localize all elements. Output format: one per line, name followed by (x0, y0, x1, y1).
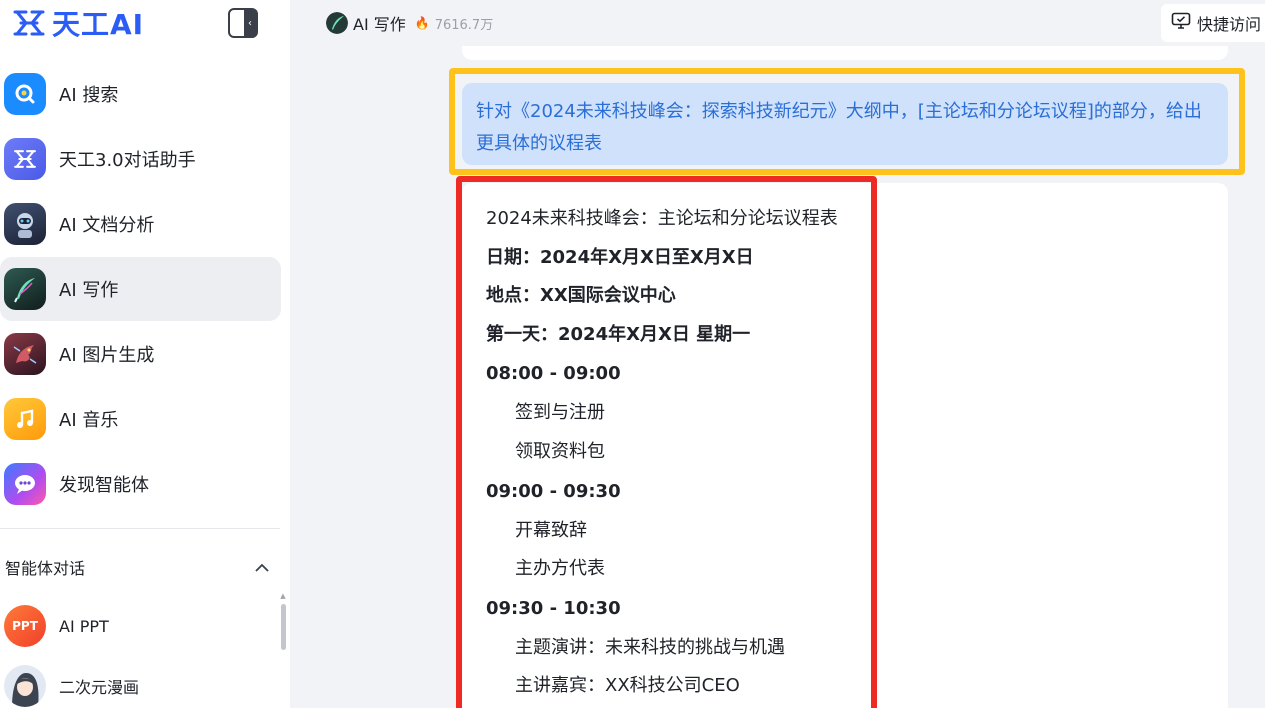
collapse-sidebar-button[interactable]: ‹ (228, 8, 258, 38)
tiangong-logo-icon (4, 138, 46, 180)
question-highlight-box (449, 68, 1245, 175)
agenda-heading-line: 第一天：2024年X月X日 星期一 (486, 323, 751, 345)
agenda-time-slot: 09:30 - 10:30 (486, 597, 621, 619)
sidebar-item-chat-assistant[interactable]: 天工3.0对话助手 (0, 127, 281, 191)
agenda-time-slot: 09:00 - 09:30 (486, 480, 621, 502)
agenda-detail-line: 主办方代表 (515, 558, 605, 580)
tiangong-logo-icon (12, 8, 46, 38)
ai-answer-content: 2024未来科技峰会：主论坛和分论坛议程表 日期：2024年X月X日至X月X日 地点… (486, 200, 866, 706)
agenda-detail-line: 签到与注册 (515, 402, 605, 424)
sidebar-item-ai-search[interactable]: AI 搜索 (0, 62, 281, 126)
sidebar-item-label: AI 搜索 (59, 85, 119, 106)
sidebar-item-label: AI 文档分析 (59, 215, 155, 236)
agenda-heading-line: 日期：2024年X月X日至X月X日 (486, 246, 754, 268)
heat-count: 7616.7万 (434, 17, 494, 33)
chat-bubble-icon (4, 463, 46, 505)
agent-item-label: 二次元漫画 (59, 678, 140, 697)
agenda-detail-line: 开幕致辞 (515, 519, 587, 541)
agenda-heading-line: 2024未来科技峰会：主论坛和分论坛议程表 (486, 208, 838, 229)
agent-section-header[interactable]: 智能体对话 (5, 555, 270, 579)
agenda-heading-line: 地点：XX国际会议中心 (486, 285, 676, 307)
music-note-icon (4, 398, 46, 440)
sidebar-nav: AI 搜索 天工3.0对话助手 AI 文档分析 AI 写作 AI 图片生成 AI… (0, 62, 290, 517)
agenda-detail-line: 领取资料包 (515, 440, 605, 462)
anime-girl-avatar-icon (4, 665, 46, 707)
sidebar-item-ai-writing[interactable]: AI 写作 (0, 257, 281, 321)
agent-list: PPT AI PPT 二次元漫画 (4, 596, 280, 708)
robot-icon (4, 203, 46, 245)
agent-item-ai-ppt[interactable]: PPT AI PPT (4, 596, 280, 656)
agenda-time-slot: 08:00 - 09:00 (486, 363, 621, 385)
brand-logo[interactable]: 天工AI (12, 6, 145, 41)
current-app-chip[interactable]: AI 写作 🔥 7616.7万 (326, 11, 493, 35)
agenda-detail-line: 主讲嘉宾：XX科技公司CEO (515, 675, 740, 697)
agent-item-label: AI PPT (59, 616, 109, 636)
quick-access-label: 快捷访问 (1196, 15, 1261, 34)
brand-name: 天工AI (52, 8, 145, 41)
panel-collapse-icon: ‹ (244, 10, 256, 36)
sidebar-scrollbar[interactable]: ▲ (280, 592, 286, 708)
quill-icon (326, 12, 348, 34)
sidebar-item-image-gen[interactable]: AI 图片生成 (0, 322, 281, 386)
sidebar-item-discover-agents[interactable]: 发现智能体 (0, 452, 281, 516)
previous-message-edge (462, 46, 1228, 60)
sidebar-divider (0, 528, 280, 529)
scrollbar-thumb[interactable] (280, 604, 286, 650)
agenda-detail-line: 主题演讲：未来科技的挑战与机遇 (515, 636, 785, 658)
header-bar: AI 写作 🔥 7616.7万 快捷访问 (290, 0, 1265, 46)
ppt-avatar-icon: PPT (4, 605, 46, 647)
sidebar-item-label: AI 图片生成 (59, 345, 155, 366)
scroll-up-arrow-icon[interactable]: ▲ (280, 592, 286, 600)
search-icon (4, 73, 46, 115)
chevron-up-icon[interactable] (254, 558, 270, 577)
sidebar-item-label: 天工3.0对话助手 (59, 150, 196, 171)
fire-icon: 🔥 (414, 16, 430, 30)
sidebar: 天工AI ‹ AI 搜索 天工3.0对话助手 AI 文档分析 AI 写作 AI … (0, 0, 290, 708)
monitor-icon (1171, 12, 1191, 34)
quick-access-button[interactable]: 快捷访问 (1160, 4, 1265, 42)
sidebar-item-label: 发现智能体 (59, 475, 149, 496)
quill-icon (4, 268, 46, 310)
agent-item-anime-comic[interactable]: 二次元漫画 (4, 656, 280, 708)
dragon-icon (4, 333, 46, 375)
agent-section-title: 智能体对话 (5, 559, 86, 578)
sidebar-item-ai-music[interactable]: AI 音乐 (0, 387, 281, 451)
current-app-name: AI 写作 (353, 15, 406, 34)
sidebar-item-doc-analysis[interactable]: AI 文档分析 (0, 192, 281, 256)
sidebar-item-label: AI 写作 (59, 280, 119, 301)
sidebar-item-label: AI 音乐 (59, 410, 119, 431)
